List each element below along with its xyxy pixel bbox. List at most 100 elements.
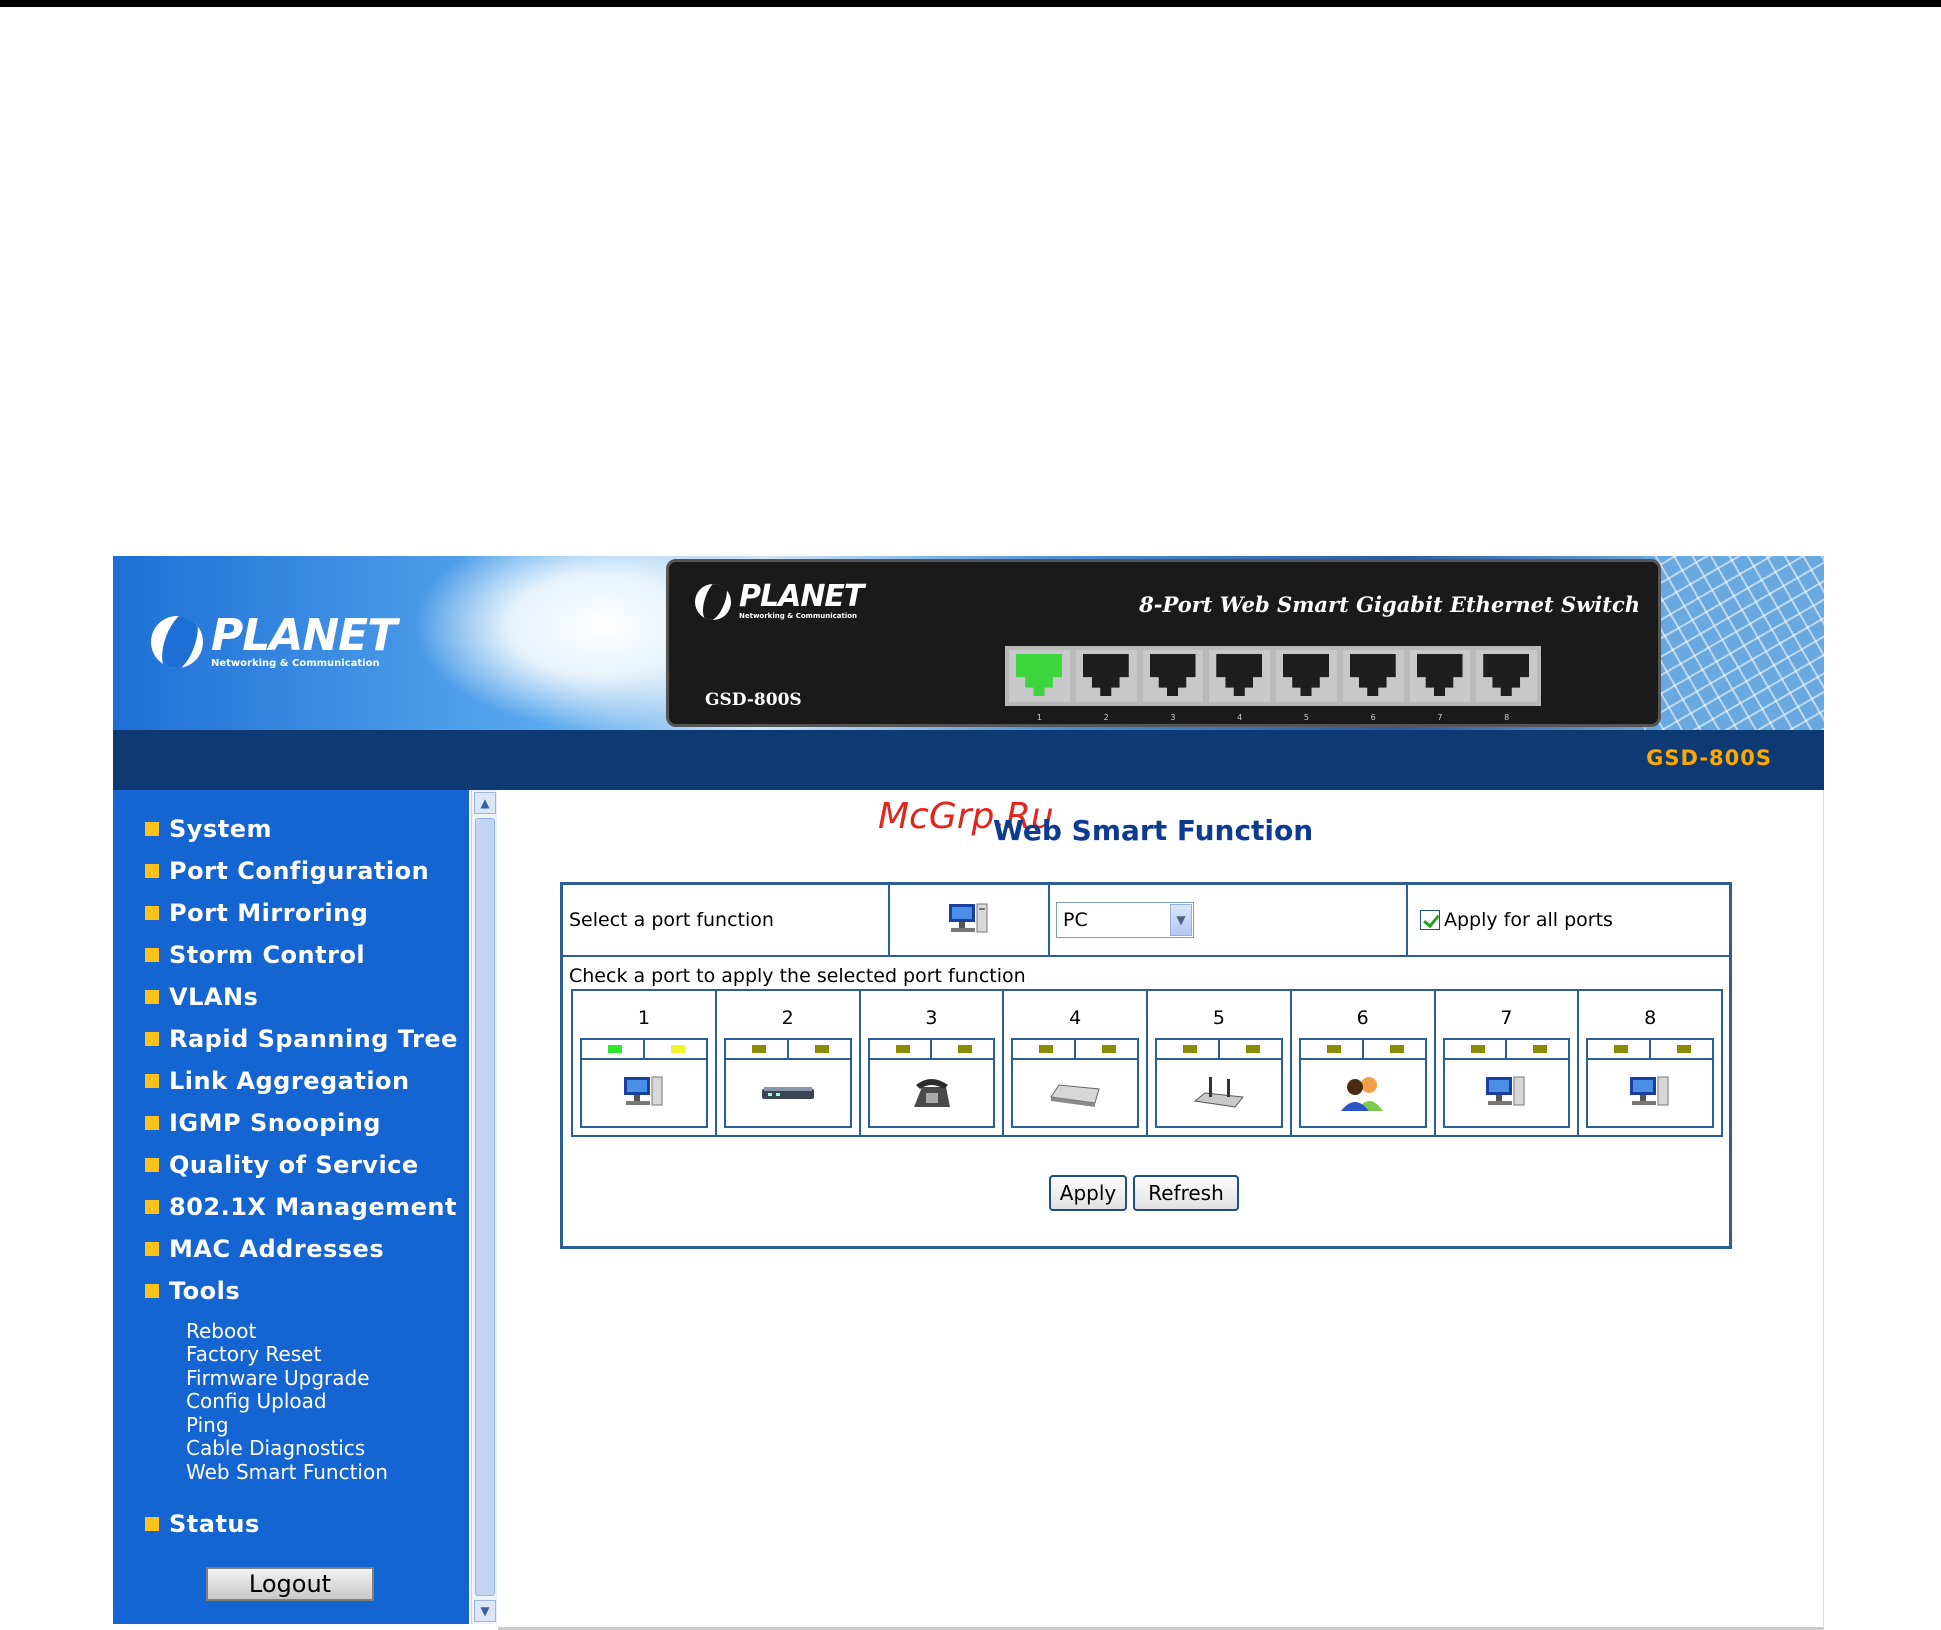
model-strip: GSD-800S xyxy=(113,730,1824,790)
pc-icon xyxy=(1486,1076,1525,1106)
bullet-icon xyxy=(145,1242,159,1256)
bullet-icon xyxy=(145,1284,159,1298)
sidebar-item-port-mirroring[interactable]: Port Mirroring xyxy=(145,898,368,928)
model-label: GSD-800S xyxy=(1646,746,1772,770)
phone-icon xyxy=(914,1079,951,1107)
apply-all-ports[interactable]: Apply for all ports xyxy=(1408,885,1729,955)
bullet-icon xyxy=(145,1116,159,1130)
bullet-icon xyxy=(145,990,159,1004)
port-column-2[interactable]: 2 xyxy=(717,991,861,1135)
ethernet-jack-icon xyxy=(1416,654,1463,696)
link-led xyxy=(1039,1045,1054,1053)
ethernet-jack-icon xyxy=(1483,654,1530,696)
bullet-icon xyxy=(145,864,159,878)
device-port-8[interactable]: 8 xyxy=(1476,650,1537,722)
sidebar-item-status[interactable]: Status xyxy=(145,1509,260,1539)
sidebar-item-storm-control[interactable]: Storm Control xyxy=(145,940,365,970)
device-port-3[interactable]: 3 xyxy=(1142,650,1204,722)
activity-led xyxy=(1677,1045,1692,1053)
link-led xyxy=(1326,1045,1341,1053)
sidebar-sub-ping[interactable]: Ping xyxy=(186,1414,229,1437)
users-icon xyxy=(1340,1077,1383,1111)
scroll-thumb[interactable] xyxy=(475,818,495,1596)
scroll-down-icon[interactable]: ▼ xyxy=(474,1600,496,1622)
ethernet-jack-icon xyxy=(1082,654,1129,696)
apply-all-checkbox[interactable] xyxy=(1420,910,1440,930)
sidebar-sub-firmware-upgrade[interactable]: Firmware Upgrade xyxy=(186,1367,370,1390)
port-column-4[interactable]: 4 xyxy=(1004,991,1148,1135)
bullet-icon xyxy=(145,948,159,962)
device-model: GSD-800S xyxy=(705,690,802,710)
bullet-icon xyxy=(145,1200,159,1214)
activity-led xyxy=(1245,1045,1260,1053)
port-function-select[interactable]: PC ▼ xyxy=(1056,902,1194,938)
port-column-7[interactable]: 7 xyxy=(1436,991,1580,1135)
device-port-6[interactable]: 6 xyxy=(1342,650,1404,722)
sidebar-item-mac-addresses[interactable]: MAC Addresses xyxy=(145,1234,384,1264)
activity-led xyxy=(958,1045,973,1053)
device-port-5[interactable]: 5 xyxy=(1276,650,1337,722)
ethernet-jack-icon xyxy=(1216,654,1263,696)
sidebar-menu: System Port Configuration Port Mirroring… xyxy=(113,790,469,1624)
device-title: 8-Port Web Smart Gigabit Ethernet Switch xyxy=(1139,592,1640,617)
port-column-8[interactable]: 8 xyxy=(1579,991,1721,1135)
sidebar-item-rapid-spanning-tree[interactable]: Rapid Spanning Tree xyxy=(145,1024,458,1054)
sidebar-item-tools[interactable]: Tools xyxy=(145,1276,240,1306)
pc-icon xyxy=(623,1076,663,1106)
sidebar-sub-reboot[interactable]: Reboot xyxy=(186,1320,256,1343)
pc-icon xyxy=(1630,1076,1669,1106)
switch-web-ui: PLANET Networking & Communication PLANET… xyxy=(113,556,1824,1630)
planet-logo-icon xyxy=(695,583,731,620)
device-front-panel: PLANET Networking & Communication 8-Port… xyxy=(666,559,1661,727)
sidebar-item-link-aggregation[interactable]: Link Aggregation xyxy=(145,1066,410,1096)
device-port-4[interactable]: 4 xyxy=(1209,650,1270,722)
device-port-1[interactable]: 1 xyxy=(1009,650,1070,722)
device-logo: PLANET Networking & Communication xyxy=(695,582,864,621)
link-led xyxy=(1183,1045,1197,1053)
port-column-3[interactable]: 3 xyxy=(861,991,1005,1135)
planet-logo-icon xyxy=(151,616,203,668)
bullet-icon xyxy=(145,1074,159,1088)
bullet-icon xyxy=(145,1158,159,1172)
link-led xyxy=(751,1045,766,1053)
sidebar-item-quality-of-service[interactable]: Quality of Service xyxy=(145,1150,419,1180)
check-port-label: Check a port to apply the selected port … xyxy=(569,965,1026,987)
planet-logo: PLANET Networking & Communication xyxy=(151,614,397,670)
apply-button[interactable]: Apply xyxy=(1049,1175,1127,1211)
sidebar-item-system[interactable]: System xyxy=(145,814,272,844)
sidebar-item-vlans[interactable]: VLANs xyxy=(145,982,258,1012)
sidebar-item-igmp-snooping[interactable]: IGMP Snooping xyxy=(145,1108,381,1138)
main-content: McGrp.Ru Web Smart Function Select a por… xyxy=(498,790,1824,1630)
sidebar-sub-config-upload[interactable]: Config Upload xyxy=(186,1390,327,1413)
port-column-5[interactable]: 5 xyxy=(1148,991,1292,1135)
sidebar-sub-cable-diagnostics[interactable]: Cable Diagnostics xyxy=(186,1437,365,1460)
access-point-icon xyxy=(1050,1084,1100,1107)
router-icon xyxy=(1193,1077,1244,1108)
sidebar-scrollbar[interactable]: ▲ ▼ xyxy=(471,790,497,1624)
port-column-6[interactable]: 6 xyxy=(1292,991,1436,1135)
port-function-row: Select a port function PC ▼ Apply for al… xyxy=(563,885,1729,957)
sidebar-sub-web-smart-function[interactable]: Web Smart Function xyxy=(186,1461,388,1484)
device-ports: 1 2 3 4 5 6 7 8 xyxy=(1005,646,1541,722)
ethernet-jack-icon xyxy=(1349,654,1396,696)
switch-icon xyxy=(761,1087,814,1099)
web-smart-panel: Select a port function PC ▼ Apply for al… xyxy=(560,882,1732,1249)
chevron-down-icon[interactable]: ▼ xyxy=(1170,904,1192,936)
bullet-icon xyxy=(145,822,159,836)
link-led xyxy=(1614,1045,1629,1053)
activity-led xyxy=(1389,1045,1404,1053)
logout-button[interactable]: Logout xyxy=(206,1567,374,1601)
device-port-7[interactable]: 7 xyxy=(1409,650,1471,722)
activity-led xyxy=(1533,1045,1548,1053)
port-table: 1 2 3 4 5 6 7 8 xyxy=(571,989,1723,1137)
refresh-button[interactable]: Refresh xyxy=(1133,1175,1239,1211)
sidebar-item-8021x-management[interactable]: 802.1X Management xyxy=(145,1192,457,1222)
ethernet-jack-icon xyxy=(1016,654,1062,696)
sidebar-item-port-configuration[interactable]: Port Configuration xyxy=(145,856,429,886)
link-led xyxy=(608,1045,622,1053)
sidebar-sub-factory-reset[interactable]: Factory Reset xyxy=(186,1343,321,1366)
scroll-up-icon[interactable]: ▲ xyxy=(474,792,496,814)
bullet-icon xyxy=(145,1517,159,1531)
port-column-1[interactable]: 1 xyxy=(573,991,717,1135)
device-port-2[interactable]: 2 xyxy=(1075,650,1137,722)
